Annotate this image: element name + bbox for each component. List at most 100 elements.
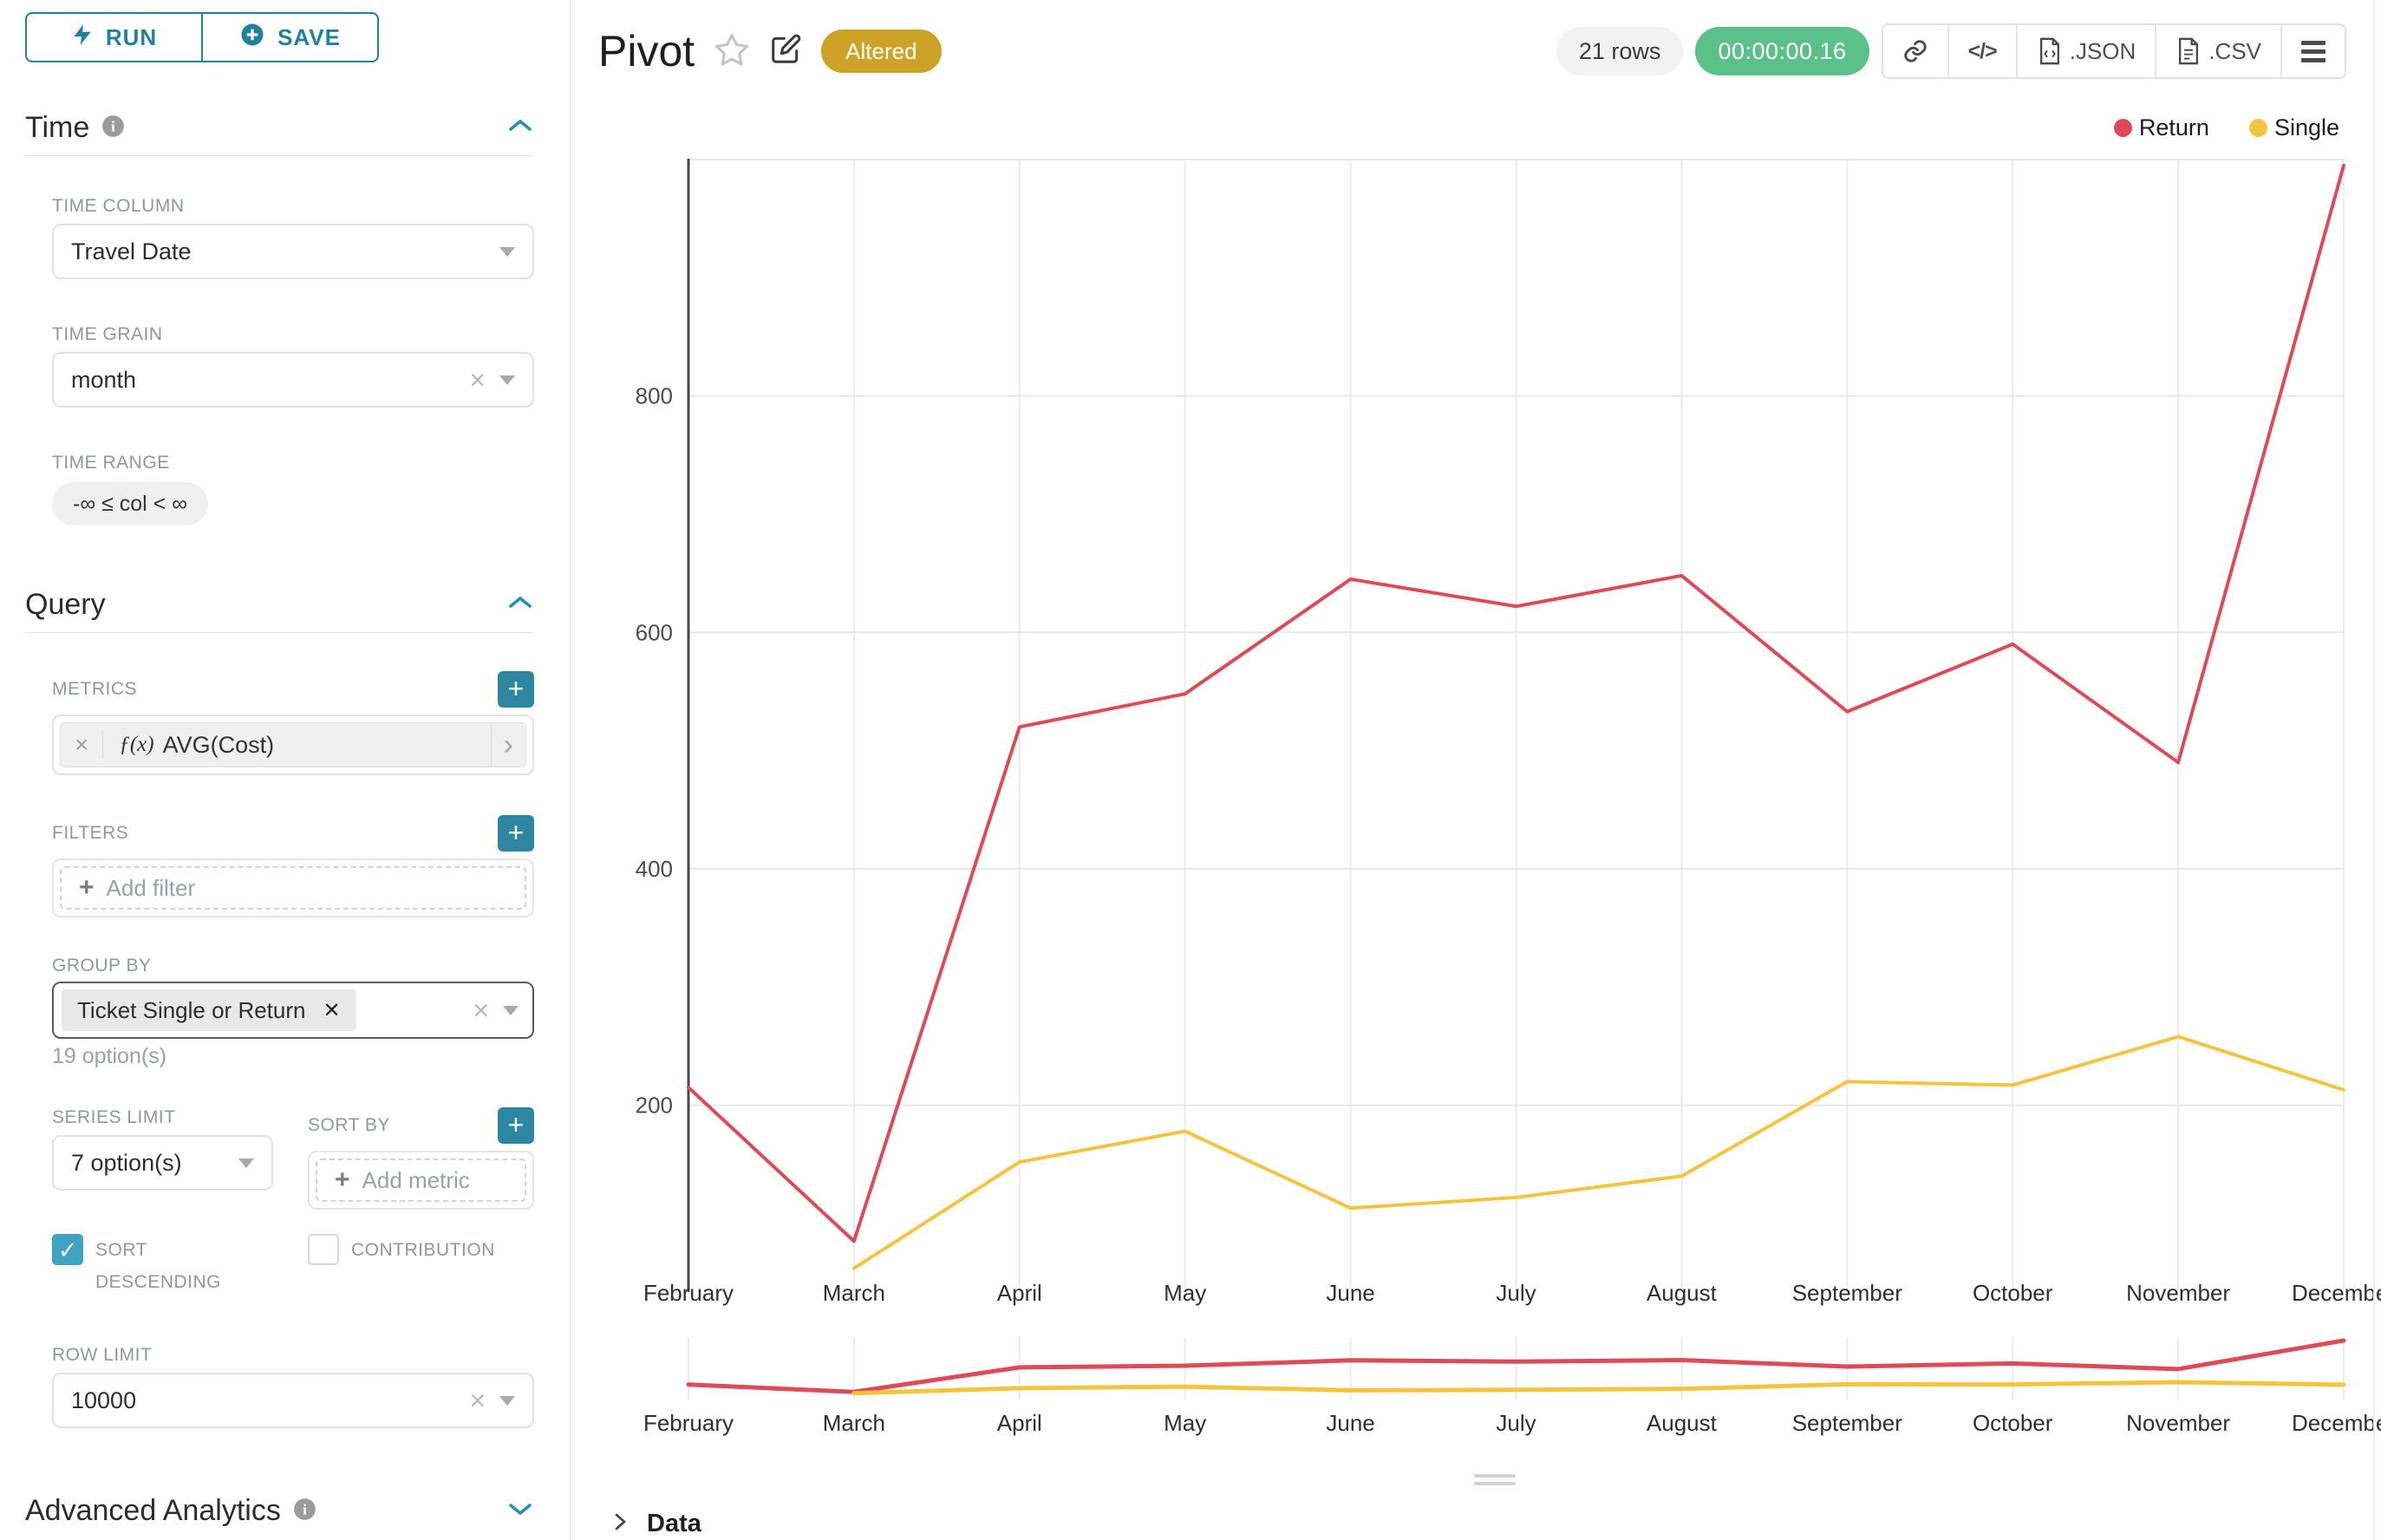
query-section-header: Query <box>25 588 533 622</box>
star-icon[interactable] <box>714 31 750 72</box>
svg-text:April: April <box>997 1410 1042 1436</box>
svg-text:September: September <box>1792 1410 1903 1436</box>
caret-down-icon <box>499 1396 515 1406</box>
embed-code-button[interactable]: </> <box>1947 25 2016 77</box>
chart-header: Pivot Altered 21 rows 00:00:00.16 <box>571 0 2381 102</box>
add-sort-metric-dropzone[interactable]: + Add metric <box>316 1158 526 1202</box>
copy-link-button[interactable] <box>1883 25 1947 77</box>
link-icon <box>1902 38 1928 64</box>
time-range-pill[interactable]: -∞ ≤ col < ∞ <box>52 482 208 525</box>
svg-text:October: October <box>1973 1280 2053 1306</box>
chevron-up-icon[interactable] <box>507 117 533 139</box>
clear-icon[interactable]: × <box>473 995 489 1027</box>
row-limit-select[interactable]: 10000 × <box>52 1373 534 1428</box>
time-grain-value: month <box>71 367 469 394</box>
plus-icon: + <box>79 873 95 903</box>
save-button[interactable]: SAVE <box>201 14 377 61</box>
plus-circle-icon <box>239 22 265 54</box>
export-csv-button[interactable]: .CSV <box>2155 25 2280 77</box>
legend-dot <box>2114 119 2132 137</box>
time-section-header: Time i <box>25 111 533 145</box>
group-by-value: Ticket Single or Return <box>77 997 305 1024</box>
time-section-title: Time <box>25 111 89 145</box>
chevron-right-icon[interactable]: › <box>491 723 525 767</box>
svg-text:August: August <box>1647 1410 1718 1436</box>
more-menu-button[interactable] <box>2280 25 2345 77</box>
metrics-control: × ƒ(x) AVG(Cost) › <box>52 715 534 775</box>
section-divider <box>25 155 533 156</box>
series-limit-select[interactable]: 7 option(s) <box>52 1135 273 1191</box>
run-button-label: RUN <box>106 24 157 51</box>
page-title: Pivot <box>598 26 695 76</box>
advanced-analytics-header[interactable]: Advanced Analytics i <box>25 1494 533 1528</box>
svg-text:December: December <box>2292 1280 2381 1306</box>
export-json-button[interactable]: .JSON <box>2016 25 2156 77</box>
checkbox-icon[interactable] <box>308 1234 339 1265</box>
contribution-label: CONTRIBUTION <box>351 1234 495 1266</box>
sort-by-label: SORT BY <box>308 1115 390 1136</box>
run-button[interactable]: RUN <box>27 14 201 61</box>
svg-text:April: April <box>997 1280 1042 1306</box>
remove-tag-icon[interactable]: ✕ <box>323 998 340 1023</box>
sort-by-placeholder: Add metric <box>362 1167 470 1194</box>
svg-text:i: i <box>303 1501 307 1517</box>
legend-item-single[interactable]: Single <box>2249 114 2339 141</box>
sort-descending-checkbox[interactable]: ✓ SORT DESCENDING <box>52 1234 273 1298</box>
group-by-select[interactable]: Ticket Single or Return ✕ × <box>52 982 534 1039</box>
chevron-down-icon[interactable] <box>507 1500 533 1522</box>
line-chart-canvas[interactable]: 200400600800FebruaryFebruaryMarchMarchAp… <box>571 0 2381 1540</box>
caret-down-icon <box>499 375 515 385</box>
clear-icon[interactable]: × <box>469 1385 486 1417</box>
svg-text:200: 200 <box>636 1093 673 1119</box>
add-sort-metric-button[interactable]: + <box>498 1107 534 1144</box>
query-section-title: Query <box>25 588 106 622</box>
panel-resize-handle[interactable] <box>1474 1474 1516 1490</box>
svg-text:i: i <box>111 118 115 134</box>
svg-text:July: July <box>1496 1410 1536 1436</box>
clear-icon[interactable]: × <box>469 364 486 396</box>
edit-icon[interactable] <box>769 33 802 70</box>
legend-label: Return <box>2139 114 2209 141</box>
svg-text:February: February <box>643 1280 734 1306</box>
menu-icon <box>2301 41 2326 62</box>
legend-item-return[interactable]: Return <box>2114 114 2209 141</box>
metric-pill[interactable]: × ƒ(x) AVG(Cost) › <box>60 722 526 767</box>
svg-text:November: November <box>2126 1410 2230 1436</box>
advanced-analytics-title: Advanced Analytics <box>25 1494 281 1528</box>
info-icon: i <box>293 1498 316 1525</box>
time-column-select[interactable]: Travel Date <box>52 224 534 279</box>
series-limit-value: 7 option(s) <box>71 1150 238 1177</box>
data-section-toggle[interactable]: Data <box>571 1505 2381 1540</box>
group-by-hint: 19 option(s) <box>52 1044 534 1069</box>
info-icon: i <box>101 114 125 142</box>
control-panel: RUN SAVE Time i TIME COLUMN Travel Date … <box>0 0 571 1540</box>
svg-text:May: May <box>1164 1280 1206 1306</box>
remove-metric-icon[interactable]: × <box>61 731 103 759</box>
svg-text:September: September <box>1792 1280 1903 1306</box>
svg-text:August: August <box>1647 1280 1718 1306</box>
metric-value: AVG(Cost) <box>163 732 275 759</box>
svg-text:October: October <box>1973 1410 2053 1436</box>
row-count-badge: 21 rows <box>1556 27 1684 75</box>
section-divider <box>25 632 533 633</box>
export-json-label: .JSON <box>2070 38 2136 65</box>
time-grain-select[interactable]: month × <box>52 352 534 408</box>
time-column-value: Travel Date <box>71 238 499 265</box>
chevron-up-icon[interactable] <box>507 594 533 616</box>
svg-text:600: 600 <box>636 619 673 645</box>
svg-text:December: December <box>2292 1410 2381 1436</box>
scrollbar-track[interactable] <box>2373 0 2375 1540</box>
legend-label: Single <box>2274 114 2339 141</box>
chart-legend: Return Single <box>2114 114 2339 141</box>
add-filter-button[interactable]: + <box>498 815 534 852</box>
add-filter-dropzone[interactable]: + Add filter <box>60 866 526 910</box>
metrics-label: METRICS <box>52 679 137 700</box>
contribution-checkbox[interactable]: CONTRIBUTION <box>308 1234 534 1298</box>
svg-text:400: 400 <box>636 856 673 882</box>
checkbox-icon[interactable]: ✓ <box>52 1234 83 1265</box>
filters-label: FILTERS <box>52 823 128 844</box>
csv-file-icon <box>2176 37 2202 65</box>
series-limit-label: SERIES LIMIT <box>52 1107 273 1128</box>
code-icon: </> <box>1968 39 1997 64</box>
add-metric-button[interactable]: + <box>498 671 534 708</box>
